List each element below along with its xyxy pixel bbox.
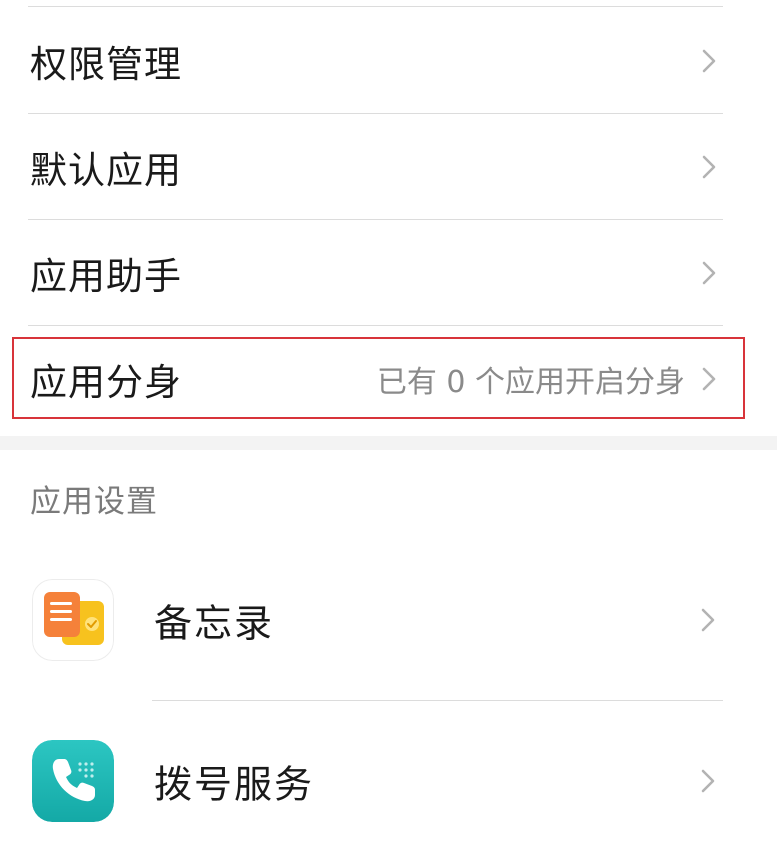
- menu-item-permissions[interactable]: 权限管理: [28, 8, 723, 114]
- app-item-label: 拨号服务: [154, 762, 315, 807]
- chevron-right-icon: [702, 261, 716, 284]
- menu-item-label: 应用助手: [30, 254, 182, 298]
- app-item-notes[interactable]: 备忘录: [0, 545, 777, 695]
- menu-item-default-apps[interactable]: 默认应用: [28, 114, 723, 220]
- divider: [152, 700, 723, 701]
- menu-item-label: 默认应用: [30, 148, 182, 192]
- menu-item-value: 已有 0 个应用开启分身: [376, 365, 685, 400]
- section-gap: [0, 436, 777, 450]
- menu-item-app-twin[interactable]: 应用分身 已有 0 个应用开启分身: [28, 326, 723, 432]
- chevron-right-icon: [701, 769, 715, 793]
- phone-app-icon: [32, 740, 114, 822]
- divider: [28, 6, 723, 7]
- chevron-right-icon: [702, 367, 716, 391]
- chevron-right-icon: [702, 155, 716, 178]
- chevron-right-icon: [701, 608, 715, 632]
- app-item-label: 备忘录: [154, 601, 275, 646]
- menu-item-app-assistant[interactable]: 应用助手: [28, 220, 723, 326]
- chevron-right-icon: [702, 49, 716, 72]
- menu-item-label: 权限管理: [30, 42, 182, 86]
- section-title: 应用设置: [30, 484, 158, 520]
- menu-item-label: 应用分身: [30, 361, 182, 404]
- app-item-dialer[interactable]: 拨号服务: [0, 706, 777, 856]
- notes-app-icon: [32, 579, 114, 661]
- app-management-list: 权限管理 默认应用 应用助手 应用分身 已有 0 个应用开启分身: [0, 0, 777, 436]
- settings-page: 权限管理 默认应用 应用助手 应用分身 已有 0 个应用开启分身 应用设置 备忘…: [0, 0, 777, 858]
